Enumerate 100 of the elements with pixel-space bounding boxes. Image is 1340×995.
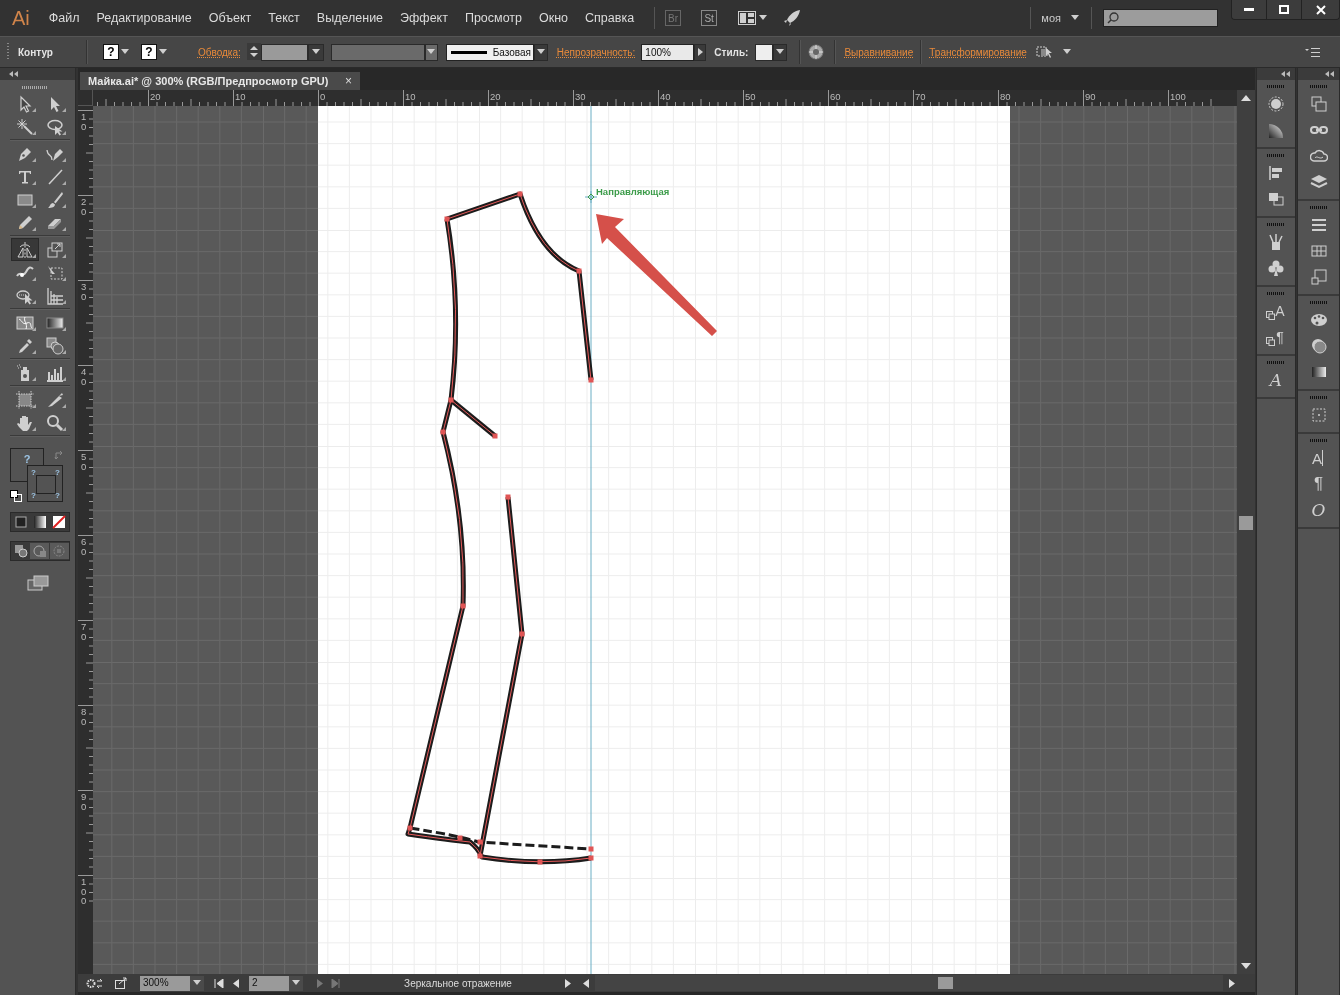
blend-icon [46,336,64,355]
play-icon [697,48,703,56]
menu-item[interactable]: Эффект [400,11,448,25]
dropdown-button[interactable] [190,975,204,991]
stroke-spinner[interactable] [246,42,261,62]
draw-inside-button[interactable] [49,543,69,559]
brush-label: Базовая [492,46,531,58]
opacity-link[interactable]: Непрозрачность: [556,46,636,58]
workspace-switcher[interactable]: моя [1041,12,1079,24]
minimize-icon [1244,8,1254,11]
maximize-button[interactable] [1267,0,1302,19]
scrollbar-thumb[interactable] [938,977,953,989]
status-menu-icon[interactable] [563,978,573,988]
artboard-dotted-icon [1309,406,1328,424]
search-icon [1107,12,1119,24]
artboard-field[interactable]: 2 [249,975,289,991]
maximize-icon [1279,5,1289,14]
quarter-gradient-icon [1267,121,1285,139]
menu-item[interactable]: Редактирование [96,11,192,25]
align-link[interactable]: Выравнивание [844,46,914,58]
none-button[interactable] [49,514,69,530]
ruler-label: 40 [81,367,87,386]
opacity-field[interactable]: 100% [641,43,695,61]
dropdown-button[interactable] [289,975,303,991]
arrange-documents-button[interactable] [738,11,768,25]
previous-artboard-icon[interactable] [231,978,241,988]
garment-pattern-drawing[interactable] [405,191,594,865]
scroll-left-icon[interactable] [581,978,591,988]
panel-menu-icon[interactable] [1305,47,1320,57]
ruler-label: 50 [745,91,756,102]
next-artboard-icon[interactable] [315,978,325,988]
align-icon [1267,164,1285,182]
default-colors-icon[interactable] [10,490,22,502]
collapse-icon[interactable] [9,71,18,77]
transform-link[interactable]: Трансформирование [929,46,1027,58]
scroll-up-icon[interactable] [1241,94,1251,102]
menu-item[interactable]: Объект [208,11,252,25]
screen-mode-icon[interactable] [27,575,49,591]
menu-item[interactable]: Справка [585,11,635,25]
scrollbar-thumb[interactable] [1239,516,1253,530]
search-field[interactable] [1103,9,1218,27]
ruler-label: 80 [1000,91,1011,102]
pathfinder-icon [1267,190,1285,208]
tab-close-button[interactable]: × [345,74,352,88]
ruler-label: 100 [1170,91,1186,102]
stroke-link[interactable]: Обводка: [197,46,241,58]
close-button[interactable] [1302,0,1339,19]
stock-button[interactable]: St [701,10,718,26]
scroll-right-icon[interactable] [1227,978,1237,988]
fill-swatch[interactable]: ? [10,448,44,465]
zoom-field[interactable]: 300% [140,975,190,991]
vertical-scrollbar[interactable] [1237,90,1255,974]
draw-behind-button[interactable] [30,543,50,559]
collapse-icon[interactable] [1281,71,1290,77]
slider-button[interactable] [694,43,707,61]
isolate-object-icon[interactable] [1035,45,1054,59]
caret-icon [759,15,768,21]
stroke-swatch[interactable]: ? [140,44,157,60]
selection-label: Контур [18,46,53,58]
menu-item[interactable]: Просмотр [464,11,522,25]
caret-icon [193,980,201,986]
ruler-label: 50 [81,452,87,471]
caret-icon [1062,49,1071,55]
brush-definition-field[interactable]: Базовая [445,43,534,61]
horizontal-ruler[interactable]: 20 10 0 10 20 30 40 50 60 70 80 90 100 [93,90,1237,106]
collapse-icon[interactable] [1325,71,1334,77]
overlap-squares-icon [1266,337,1275,346]
ruler-label: 20 [150,91,161,102]
brushes-icon [1267,233,1285,251]
share-icon[interactable] [115,977,128,989]
menu-item[interactable]: Файл [48,11,80,25]
vertical-ruler[interactable]: 10 20 30 40 50 60 70 80 90 100 [78,106,93,974]
ruler-label: 70 [81,622,87,641]
settings-icon[interactable] [86,977,104,989]
guide-label: Направляющая [596,186,670,197]
reflect-tool[interactable] [11,238,39,261]
menu-item[interactable]: Окно [539,11,569,25]
style-swatch[interactable] [755,43,774,61]
stroke-swatch[interactable]: ? ? ? ? [27,465,63,502]
scroll-down-icon[interactable] [1241,962,1251,970]
dropdown-button[interactable] [773,43,788,61]
line-icon [46,167,64,186]
first-artboard-icon[interactable] [214,978,224,988]
ruler-label: 90 [81,792,87,811]
horizontal-scrollbar[interactable] [595,975,1223,991]
stroke-weight-field[interactable] [260,43,308,61]
fill-swatch[interactable]: ? [102,44,119,60]
ruler-label: 90 [1085,91,1096,102]
workspace-label: моя [1041,12,1061,24]
scale-icon [46,240,64,259]
menu-item[interactable]: Текст [268,11,300,25]
club-icon [1267,259,1285,277]
menu-item[interactable]: Выделение [316,11,384,25]
document-tab[interactable]: Майка.ai* @ 300% (RGB/Предпросмотр GPU) × [80,72,360,90]
recolor-icon[interactable] [808,44,825,60]
stroke-question-mark: ? [31,491,36,500]
guide-line[interactable] [590,106,592,974]
minimize-button[interactable] [1232,0,1267,19]
last-artboard-icon[interactable] [331,978,341,988]
rocket-icon[interactable] [783,9,802,27]
